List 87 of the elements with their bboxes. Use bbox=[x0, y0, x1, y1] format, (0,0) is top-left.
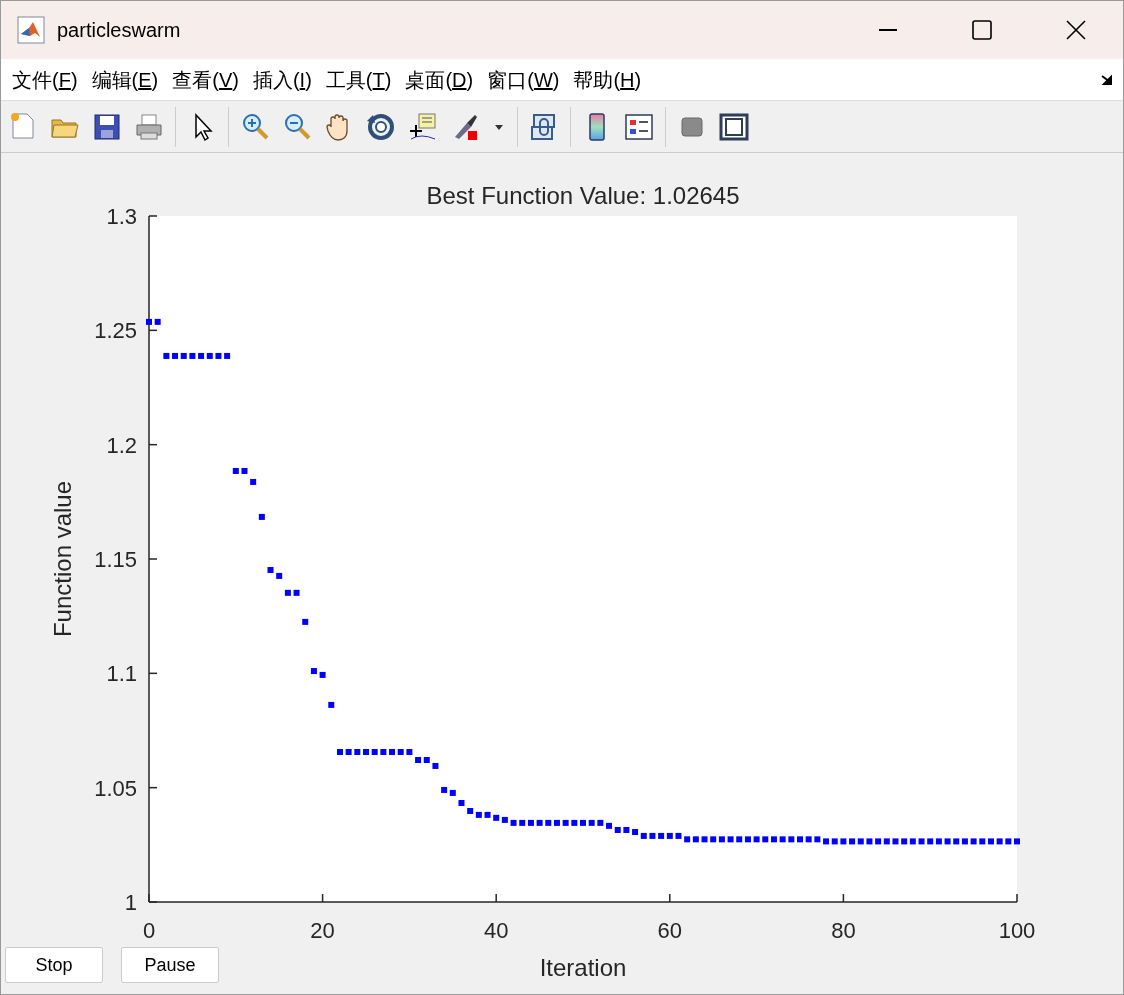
data-point bbox=[363, 749, 369, 755]
data-point bbox=[328, 701, 335, 708]
y-tick-label: 1.25 bbox=[94, 318, 137, 344]
data-point bbox=[232, 467, 239, 474]
data-point bbox=[840, 838, 847, 845]
data-point bbox=[371, 749, 378, 755]
data-point bbox=[276, 572, 283, 579]
y-tick-label: 1.05 bbox=[94, 775, 137, 801]
data-point bbox=[345, 749, 352, 755]
data-point bbox=[336, 749, 343, 755]
x-tick-label: 80 bbox=[831, 918, 856, 943]
data-point bbox=[1014, 838, 1020, 845]
data-point bbox=[918, 838, 925, 845]
data-tip-icon[interactable] bbox=[407, 110, 439, 143]
menu-item[interactable]: 帮助(H) bbox=[566, 64, 649, 95]
data-point bbox=[701, 836, 708, 843]
menu-item[interactable]: 插入(I) bbox=[245, 64, 319, 95]
data-point bbox=[284, 589, 291, 596]
data-point bbox=[571, 819, 578, 826]
dock-arrow-icon[interactable] bbox=[1101, 73, 1115, 86]
close-icon[interactable] bbox=[1066, 20, 1086, 40]
data-point bbox=[675, 832, 682, 839]
data-point bbox=[623, 826, 630, 833]
data-point bbox=[727, 836, 734, 843]
data-point bbox=[892, 838, 899, 845]
stop-button[interactable]: Stop bbox=[5, 947, 103, 983]
data-point bbox=[154, 318, 161, 325]
data-point bbox=[146, 318, 152, 325]
data-point bbox=[258, 513, 265, 520]
y-tick-label: 1 bbox=[124, 890, 137, 915]
data-point bbox=[510, 819, 517, 826]
y-tick-label: 1.3 bbox=[106, 204, 137, 229]
data-point bbox=[189, 352, 196, 359]
data-point bbox=[866, 838, 873, 845]
data-point bbox=[319, 671, 326, 678]
y-axis-label: Function value bbox=[49, 480, 76, 638]
menu-item[interactable]: 工具(T) bbox=[318, 64, 399, 95]
data-point bbox=[779, 836, 786, 843]
data-point bbox=[267, 567, 274, 573]
app-logo-icon bbox=[17, 16, 45, 44]
data-point bbox=[224, 352, 231, 359]
data-point bbox=[310, 668, 317, 675]
data-point bbox=[293, 589, 300, 596]
data-point bbox=[788, 836, 795, 843]
data-point bbox=[753, 836, 760, 843]
y-tick-label: 1.1 bbox=[106, 661, 137, 687]
x-tick-label: 40 bbox=[483, 918, 509, 943]
data-point bbox=[1005, 838, 1012, 845]
data-point bbox=[354, 749, 361, 755]
pause-button[interactable]: Pause bbox=[121, 947, 219, 983]
data-point bbox=[380, 749, 387, 755]
data-point bbox=[536, 819, 543, 826]
x-tick-label: 100 bbox=[998, 918, 1036, 943]
data-point bbox=[458, 800, 465, 806]
maximize-icon[interactable] bbox=[972, 20, 992, 40]
data-point bbox=[597, 819, 604, 826]
data-point bbox=[562, 819, 569, 826]
chart-title: Best Function Value: 1.02645 bbox=[426, 182, 740, 209]
data-point bbox=[241, 467, 248, 474]
data-point bbox=[484, 811, 491, 818]
x-axis-label: Iteration bbox=[539, 954, 627, 981]
data-point bbox=[163, 352, 170, 359]
data-point bbox=[588, 819, 595, 826]
data-point bbox=[944, 838, 951, 845]
data-point bbox=[996, 838, 1003, 845]
data-point bbox=[432, 762, 439, 769]
window-title: particleswarm bbox=[57, 18, 181, 43]
x-tick-label: 20 bbox=[310, 918, 335, 943]
data-point bbox=[649, 832, 656, 839]
menu-item[interactable]: 查看(V) bbox=[165, 64, 246, 95]
data-point bbox=[406, 749, 413, 755]
menu-item[interactable]: 窗口(W) bbox=[480, 64, 567, 95]
y-tick-label: 1.15 bbox=[94, 547, 137, 572]
x-tick-label: 60 bbox=[657, 918, 683, 943]
y-tick-label: 1.2 bbox=[106, 432, 137, 458]
data-point bbox=[302, 618, 309, 625]
data-point bbox=[805, 836, 812, 843]
x-tick-label: 0 bbox=[142, 918, 156, 943]
data-point bbox=[814, 836, 821, 843]
menu-item[interactable]: 编辑(E) bbox=[84, 64, 166, 95]
data-point bbox=[797, 836, 803, 843]
menu-item[interactable]: 文件(F) bbox=[5, 64, 85, 95]
data-point bbox=[970, 838, 977, 845]
data-point bbox=[580, 819, 586, 826]
data-point bbox=[215, 352, 222, 359]
data-point bbox=[250, 478, 257, 485]
menu-item[interactable]: 桌面(D) bbox=[398, 64, 481, 95]
